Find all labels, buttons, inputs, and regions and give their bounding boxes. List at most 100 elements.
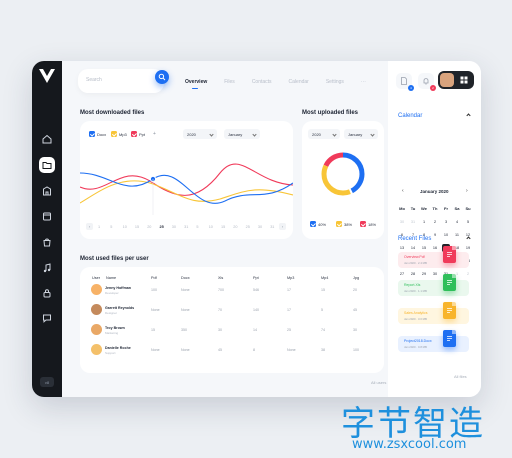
calendar-day[interactable]: 1 (420, 218, 428, 226)
search-button[interactable] (155, 70, 169, 84)
chart-prev-button[interactable]: ‹ (86, 223, 93, 230)
recent-file-item[interactable]: Report.Xls Jan 2020 · 1.1 MB (398, 280, 469, 296)
calendar-day[interactable]: 28 (409, 270, 417, 278)
calendar-weekday: Sa (454, 206, 460, 211)
user-role: Marketing (105, 331, 119, 335)
tab-files[interactable]: Files (224, 79, 235, 85)
sidebar-item-shop[interactable] (39, 234, 55, 250)
calendar-day[interactable]: 11 (453, 231, 461, 239)
tab-calendar[interactable]: Calendar (289, 79, 309, 85)
sidebar-item-home[interactable] (39, 131, 55, 147)
top-tabs: Overview Files Contacts Calendar Setting… (185, 79, 366, 90)
home-icon (42, 134, 52, 144)
uploaded-card: 2020 January 40% 38% 18% (302, 121, 384, 239)
downloaded-card: Docx Mp3 Ppt + 2020 January ‹ › 1 5 10 15 20… (80, 121, 293, 239)
calendar-day[interactable]: 14 (409, 244, 417, 252)
building-icon (43, 186, 51, 196)
profile-button[interactable] (438, 71, 474, 89)
sidebar-item-buildings[interactable] (39, 183, 55, 199)
table-cell: 17 (287, 288, 291, 292)
table-cell: None (151, 308, 160, 312)
legend-mp3[interactable]: Mp3 (111, 131, 127, 137)
calendar-weekday: Tu (410, 206, 416, 211)
recent-files-title: Recent Files (398, 236, 432, 242)
calendar-prev-button[interactable]: ‹ (402, 188, 404, 194)
recent-file-item[interactable]: Overview.Pdf Jan 2020 · 2.4 MB (398, 252, 469, 268)
table-cell: None (181, 308, 190, 312)
tabs-more-button[interactable]: ··· (361, 79, 366, 85)
table-cell: 14 (253, 328, 257, 332)
calendar-day[interactable]: 19 (464, 244, 472, 252)
calendar-collapse-icon[interactable] (466, 113, 471, 118)
calendar-day[interactable]: 30 (398, 218, 406, 226)
table-cell: 38 (321, 348, 325, 352)
users-table-title: Most used files per user (80, 256, 149, 262)
recent-file-item[interactable]: Sales Analytics Jan 2020 · 3.0 MB (398, 308, 469, 324)
calendar-day[interactable]: 27 (398, 270, 406, 278)
file-meta: Jan 2020 · 0.8 MB (404, 345, 427, 349)
x-axis-label: 10 (208, 225, 213, 229)
legend-ppt[interactable]: Ppt (131, 131, 145, 137)
sidebar: v8 (32, 61, 62, 397)
xls-icon (443, 274, 456, 291)
calendar-day[interactable]: 10 (442, 231, 450, 239)
sidebar-item-music[interactable] (39, 260, 55, 276)
table-cell: 30 (353, 328, 357, 332)
legend-docx[interactable]: Docx (89, 131, 106, 137)
user-name: Danielle Roche (105, 346, 131, 350)
lock-icon (43, 289, 51, 298)
version-badge[interactable]: v8 (40, 377, 54, 387)
table-cell: 140 (253, 308, 259, 312)
user-role: Support (105, 351, 116, 355)
table-cell: None (287, 348, 296, 352)
month-select[interactable]: January (224, 129, 260, 139)
calendar-day[interactable]: 30 (431, 270, 439, 278)
checkbox-icon (360, 221, 366, 227)
tab-settings[interactable]: Settings (326, 79, 344, 85)
calendar-day[interactable]: 2 (464, 270, 472, 278)
x-axis-label: 15 (221, 225, 226, 229)
calendar-day[interactable]: 29 (420, 270, 428, 278)
sidebar-item-security[interactable] (39, 285, 55, 301)
calendar-next-button[interactable]: › (466, 188, 468, 194)
calendar-day[interactable]: 15 (420, 244, 428, 252)
file-meta: Jan 2020 · 2.4 MB (404, 261, 427, 265)
table-cell: 15 (321, 288, 325, 292)
calendar-day[interactable]: 9 (431, 231, 439, 239)
x-axis-label: 31 (184, 225, 189, 229)
avatar (91, 344, 102, 355)
chart-next-button[interactable]: › (279, 223, 286, 230)
all-users-link[interactable]: All users (371, 380, 386, 385)
calendar-day[interactable]: 16 (431, 244, 439, 252)
all-files-link[interactable]: All files (454, 374, 467, 379)
file-name: Overview.Pdf (404, 255, 425, 259)
calendar-day[interactable]: 5 (464, 218, 472, 226)
sidebar-item-calendar[interactable] (39, 208, 55, 224)
tab-contacts[interactable]: Contacts (252, 79, 272, 85)
uploaded-month-select[interactable]: January (344, 129, 378, 139)
uploaded-title: Most uploaded files (302, 110, 359, 116)
x-axis-label: 25 (245, 225, 250, 229)
x-axis-label: 31 (270, 225, 275, 229)
x-axis-label: 30 (171, 225, 177, 229)
uploaded-year-select[interactable]: 2020 (308, 129, 340, 139)
recent-file-item[interactable]: Project2018.Docx Jan 2020 · 0.8 MB (398, 336, 469, 352)
calendar-day[interactable]: 3 (442, 218, 450, 226)
document-badge: 4 (408, 85, 414, 91)
sidebar-item-files[interactable] (39, 157, 55, 173)
x-axis-label: 25 (159, 225, 164, 229)
recent-collapse-icon[interactable] (466, 236, 471, 241)
year-select[interactable]: 2020 (183, 129, 217, 139)
right-panel: 4 2 Calendar ‹ › January 2020 Mo Tu We Th Fr S… (388, 61, 481, 397)
calendar-day[interactable]: 13 (398, 244, 406, 252)
search-input[interactable]: Search (78, 69, 164, 93)
add-series-button[interactable]: + (153, 131, 156, 137)
bag-icon (43, 238, 51, 247)
sidebar-item-messages[interactable] (39, 310, 55, 326)
calendar-day[interactable]: 4 (453, 218, 461, 226)
tab-overview[interactable]: Overview (185, 79, 207, 90)
x-axis-label: 5 (196, 225, 199, 229)
table-header-cell: Name (106, 276, 117, 280)
calendar-day[interactable]: 31 (409, 218, 417, 226)
calendar-day[interactable]: 2 (431, 218, 439, 226)
